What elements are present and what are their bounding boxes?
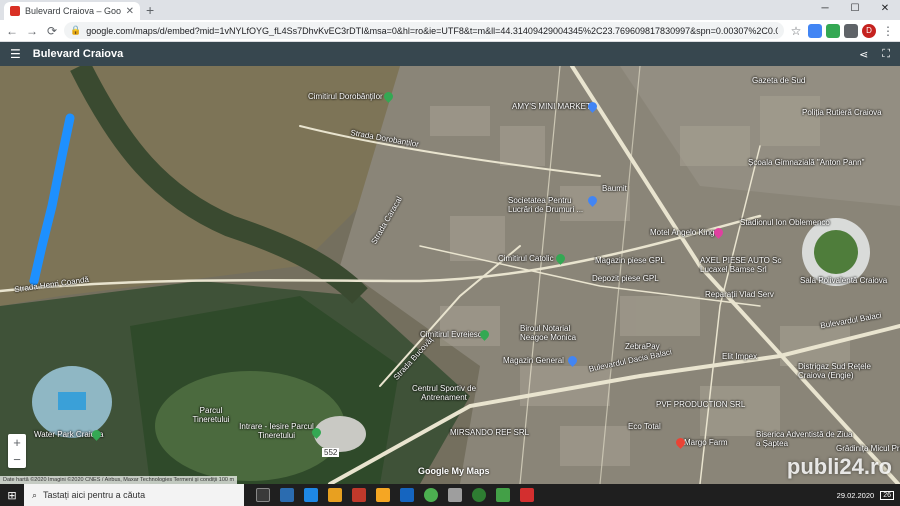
map-label[interactable]: Eco Total <box>628 422 661 431</box>
chrome-icon[interactable] <box>424 488 438 502</box>
map-label[interactable]: Sala Polivalentă Craiova <box>800 276 887 285</box>
app-icon[interactable] <box>520 488 534 502</box>
map-label[interactable]: Depozit piese GPL <box>592 274 659 283</box>
task-view-icon[interactable] <box>256 488 270 502</box>
mail-icon[interactable] <box>400 488 414 502</box>
tab-title: Bulevard Craiova – Google My M <box>25 6 121 16</box>
clock-date: 29.02.2020 <box>836 490 875 500</box>
search-icon: ⌕ <box>32 489 38 500</box>
map-label[interactable]: Baumit <box>602 184 627 193</box>
map-label[interactable]: Magazin piese GPL <box>595 256 665 265</box>
app-icon[interactable] <box>280 488 294 502</box>
extension-icon[interactable] <box>808 23 822 38</box>
map-label[interactable]: Parcul Tineretului <box>186 406 236 424</box>
map-label[interactable]: Cimitirul Catolic <box>498 254 554 263</box>
route-552-badge: 552 <box>322 448 340 457</box>
forward-button[interactable]: → <box>24 24 40 38</box>
map-imagery <box>0 66 900 484</box>
zoom-out-button[interactable]: − <box>8 451 26 468</box>
close-window-button[interactable]: ✕ <box>870 0 900 20</box>
map-label[interactable]: Biroul Notarial Neagoe Monica <box>520 324 600 342</box>
app-icon[interactable] <box>376 488 390 502</box>
browser-toolbar: ← → ⟳ 🔒 google.com/maps/d/embed?mid=1vNY… <box>0 20 900 42</box>
map-label[interactable]: Magazin General <box>503 356 564 365</box>
my-maps-header: ☰ Bulevard Craiova ⋖ ⛶ <box>0 42 900 66</box>
map-title: Bulevard Craiova <box>32 48 124 60</box>
map-legend-menu-icon[interactable]: ☰ <box>10 47 21 61</box>
file-explorer-icon[interactable] <box>328 488 342 502</box>
maximize-button[interactable]: ☐ <box>840 0 870 20</box>
map-label[interactable]: Motel Angelo King <box>650 228 715 237</box>
profile-avatar[interactable]: D <box>862 23 876 38</box>
map-label[interactable]: AMY'S MINI MARKET <box>512 102 591 111</box>
system-tray: 29.02.2020 26 <box>837 490 900 500</box>
map-label[interactable]: Școala Gimnazială "Anton Pann" <box>748 158 864 167</box>
map-label[interactable]: MIRSANDO REF SRL <box>450 428 529 437</box>
map-label[interactable]: Grădinița Micul Print <box>836 444 900 453</box>
google-my-maps-logo: Google My Maps <box>418 466 490 476</box>
app-icon[interactable] <box>352 488 366 502</box>
satellite-map[interactable]: Cimitirul Dorobănţilor AMY'S MINI MARKET… <box>0 66 900 484</box>
map-label[interactable]: Gazeta de Sud <box>752 76 805 85</box>
taskbar-clock[interactable]: 29.02.2020 <box>837 491 875 500</box>
map-label[interactable]: Elit Impex <box>722 352 757 361</box>
tab-bulevard-craiova[interactable]: Bulevard Craiova – Google My M ✕ <box>4 2 140 20</box>
map-label[interactable]: AXEL PIESE AUTO Sc Lucaxel Bamse Srl <box>700 256 790 274</box>
tab-close-icon[interactable]: ✕ <box>126 6 134 17</box>
windows-taskbar: ⊞ ⌕ Tastați aici pentru a căuta 29.02.20… <box>0 484 900 506</box>
fullscreen-icon[interactable]: ⛶ <box>882 48 890 61</box>
bookmark-star-icon[interactable]: ☆ <box>788 24 804 38</box>
taskbar-search-placeholder: Tastați aici pentru a căuta <box>43 490 146 500</box>
new-tab-button[interactable]: + <box>146 2 154 18</box>
app-icon[interactable] <box>448 488 462 502</box>
zoom-in-button[interactable]: + <box>8 434 26 451</box>
map-label[interactable]: Stadionul Ion Oblemenco <box>740 218 830 227</box>
map-label[interactable]: Societatea Pentru Lucrări de Drumuri ... <box>508 196 598 214</box>
browser-menu-icon[interactable]: ⋮ <box>880 24 896 38</box>
notification-badge[interactable]: 26 <box>880 490 894 500</box>
map-label[interactable]: Distrigaz Sud Rețele Craiova (Engie) <box>798 362 893 380</box>
map-label[interactable]: Margo Farm <box>684 438 728 447</box>
zoom-control: + − <box>8 434 26 468</box>
map-attribution[interactable]: Date hartă ©2020 Imagini ©2020 CNES / Ai… <box>0 476 238 484</box>
edge-icon[interactable] <box>304 488 318 502</box>
map-label[interactable]: Centrul Sportiv de Antrenament <box>404 384 484 402</box>
google-my-maps-favicon-icon <box>10 6 20 16</box>
share-icon[interactable]: ⋖ <box>859 48 868 61</box>
minimize-button[interactable]: ─ <box>810 0 840 20</box>
app-icon[interactable] <box>472 488 486 502</box>
taskbar-pinned-apps <box>256 488 534 502</box>
map-label[interactable]: PVF PRODUCTION SRL <box>656 400 745 409</box>
app-icon[interactable] <box>496 488 510 502</box>
address-bar[interactable]: 🔒 google.com/maps/d/embed?mid=1vNYLfOYG_… <box>64 22 784 39</box>
map-label[interactable]: Poliția Rutieră Craiova <box>802 108 882 117</box>
reload-button[interactable]: ⟳ <box>44 24 60 38</box>
lock-icon: 🔒 <box>70 25 82 35</box>
map-label[interactable]: Cimitirul Dorobănţilor <box>308 92 383 101</box>
map-label[interactable]: Intrare - Ieșire Parcul Tineretului <box>234 422 319 440</box>
map-label[interactable]: Reparații Vlad Serv <box>705 290 774 299</box>
extension-icon[interactable] <box>844 23 858 38</box>
windows-start-icon[interactable]: ⊞ <box>0 489 24 502</box>
url-text: google.com/maps/d/embed?mid=1vNYLfOYG_fL… <box>86 25 778 36</box>
taskbar-search[interactable]: ⌕ Tastați aici pentru a căuta <box>24 484 244 506</box>
back-button[interactable]: ← <box>4 24 20 38</box>
browser-tabstrip: Bulevard Craiova – Google My M ✕ + ─ ☐ ✕ <box>0 0 900 20</box>
extension-icon[interactable] <box>826 23 840 38</box>
publi24-watermark: publi24.ro <box>786 454 892 479</box>
window-controls: ─ ☐ ✕ <box>810 0 900 20</box>
